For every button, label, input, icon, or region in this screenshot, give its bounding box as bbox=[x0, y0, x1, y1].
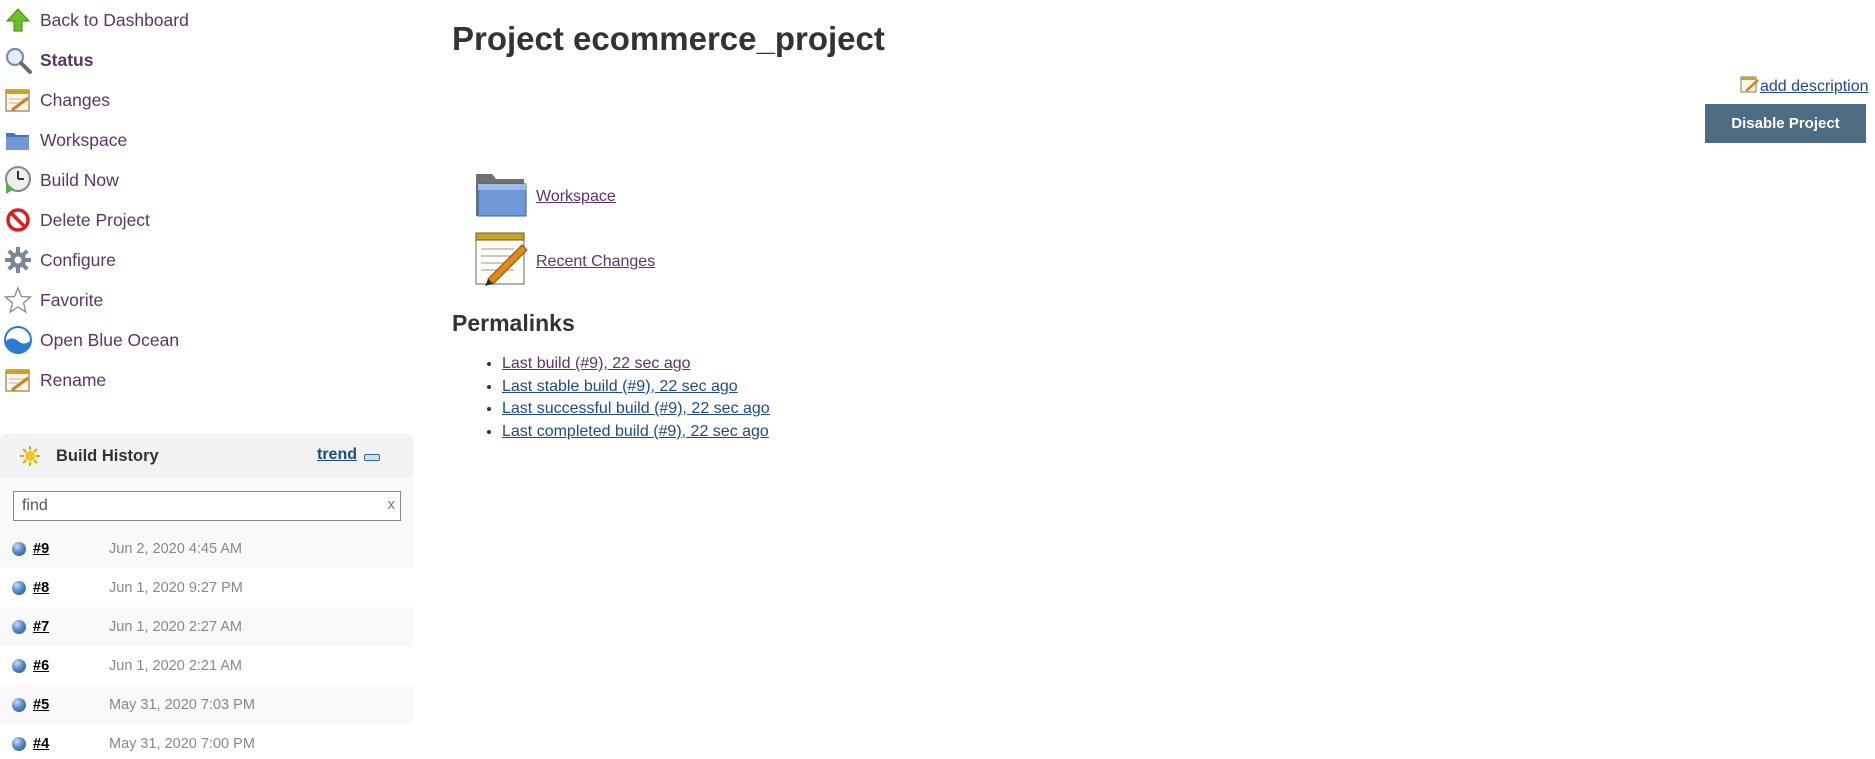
build-date: Jun 1, 2020 9:27 PM bbox=[109, 579, 243, 596]
workspace-link-row: Workspace bbox=[474, 170, 616, 223]
find-box: x bbox=[13, 491, 401, 521]
clock-icon bbox=[2, 164, 34, 196]
build-date: Jun 1, 2020 2:21 AM bbox=[109, 657, 243, 674]
build-history-header: Build History trend bbox=[0, 434, 413, 478]
build-number-link[interactable]: #4 bbox=[33, 736, 49, 752]
task-label: Open Blue Ocean bbox=[40, 330, 180, 350]
no-entry-icon bbox=[2, 204, 34, 236]
gear-icon bbox=[2, 244, 34, 276]
build-date: May 31, 2020 7:03 PM bbox=[109, 696, 255, 713]
collapse-icon[interactable] bbox=[364, 454, 380, 461]
build-row: #7 Jun 1, 2020 2:27 AM bbox=[0, 607, 413, 646]
task-label: Delete Project bbox=[40, 210, 150, 230]
build-number-link[interactable]: #5 bbox=[33, 697, 49, 713]
permalink-last-successful-build[interactable]: Last successful build (#9), 22 sec ago bbox=[502, 400, 770, 417]
build-row: #5 May 31, 2020 7:03 PM bbox=[0, 685, 413, 724]
task-changes[interactable]: Changes bbox=[0, 80, 414, 120]
task-label: Favorite bbox=[40, 290, 104, 310]
task-open-blue-ocean[interactable]: Open Blue Ocean bbox=[0, 320, 414, 360]
sidebar-tasks: Back to Dashboard Status Changes Workspa… bbox=[0, 0, 414, 400]
status-ball-icon bbox=[12, 736, 26, 751]
permalink-last-build[interactable]: Last build (#9), 22 sec ago bbox=[502, 355, 691, 372]
recent-changes-link[interactable]: Recent Changes bbox=[536, 253, 655, 271]
build-number-link[interactable]: #9 bbox=[33, 541, 49, 557]
permalinks-list: Last build (#9), 22 sec ago Last stable … bbox=[452, 353, 770, 443]
add-description[interactable]: add description bbox=[1740, 74, 1869, 99]
folder-icon bbox=[2, 124, 34, 156]
blue-ocean-icon bbox=[2, 324, 34, 356]
status-ball-icon bbox=[12, 541, 26, 556]
task-workspace[interactable]: Workspace bbox=[0, 120, 414, 160]
add-description-link[interactable]: add description bbox=[1760, 78, 1869, 96]
status-ball-icon bbox=[12, 658, 26, 673]
notepad-icon bbox=[2, 364, 34, 396]
notepad-icon bbox=[2, 84, 34, 116]
task-configure[interactable]: Configure bbox=[0, 240, 414, 280]
permalinks-heading: Permalinks bbox=[452, 310, 575, 336]
status-ball-icon bbox=[12, 580, 26, 595]
task-back-to-dashboard[interactable]: Back to Dashboard bbox=[0, 0, 414, 40]
permalink-last-stable-build[interactable]: Last stable build (#9), 22 sec ago bbox=[502, 378, 738, 395]
build-number-link[interactable]: #8 bbox=[33, 580, 49, 596]
permalink-last-completed-build[interactable]: Last completed build (#9), 22 sec ago bbox=[502, 423, 769, 440]
list-item: Last completed build (#9), 22 sec ago bbox=[502, 421, 770, 444]
task-favorite[interactable]: Favorite bbox=[0, 280, 414, 320]
list-item: Last successful build (#9), 22 sec ago bbox=[502, 398, 770, 421]
star-icon bbox=[2, 284, 34, 316]
task-label: Build Now bbox=[40, 170, 119, 190]
trend-link[interactable]: trend bbox=[317, 446, 357, 464]
disable-project-button[interactable]: Disable Project bbox=[1705, 104, 1866, 143]
build-row: #6 Jun 1, 2020 2:21 AM bbox=[0, 646, 413, 685]
find-input[interactable] bbox=[13, 491, 401, 521]
magnifier-icon bbox=[2, 44, 34, 76]
list-item: Last build (#9), 22 sec ago bbox=[502, 353, 770, 376]
task-label: Changes bbox=[40, 90, 111, 110]
task-label: Status bbox=[40, 50, 94, 70]
recent-changes-link-row: Recent Changes bbox=[474, 231, 655, 292]
build-date: Jun 2, 2020 4:45 AM bbox=[109, 540, 243, 557]
sun-icon bbox=[19, 445, 41, 467]
notepad-icon bbox=[1740, 74, 1760, 99]
build-date: Jun 1, 2020 2:27 AM bbox=[109, 618, 243, 635]
task-build-now[interactable]: Build Now bbox=[0, 160, 414, 200]
folder-icon bbox=[474, 170, 528, 223]
task-status[interactable]: Status bbox=[0, 40, 414, 80]
build-number-link[interactable]: #7 bbox=[33, 619, 49, 635]
workspace-link[interactable]: Workspace bbox=[536, 188, 616, 206]
build-row: #8 Jun 1, 2020 9:27 PM bbox=[0, 568, 413, 607]
task-delete-project[interactable]: Delete Project bbox=[0, 200, 414, 240]
task-rename[interactable]: Rename bbox=[0, 360, 414, 400]
up-arrow-icon bbox=[2, 4, 34, 36]
build-history-title: Build History bbox=[56, 446, 159, 465]
task-label: Back to Dashboard bbox=[40, 10, 189, 30]
clear-find-button[interactable]: x bbox=[388, 496, 396, 513]
build-number-link[interactable]: #6 bbox=[33, 658, 49, 674]
task-label: Rename bbox=[40, 370, 107, 390]
task-label: Workspace bbox=[40, 130, 128, 150]
status-ball-icon bbox=[12, 619, 26, 634]
build-history-panel: Build History trend x #9 Jun 2, 2020 4:4… bbox=[0, 434, 413, 759]
build-date: May 31, 2020 7:00 PM bbox=[109, 735, 255, 752]
page-title: Project ecommerce_project bbox=[452, 20, 885, 57]
list-item: Last stable build (#9), 22 sec ago bbox=[502, 376, 770, 399]
notepad-icon bbox=[474, 231, 528, 292]
task-label: Configure bbox=[40, 250, 116, 270]
build-row: #9 Jun 2, 2020 4:45 AM bbox=[0, 529, 413, 568]
status-ball-icon bbox=[12, 697, 26, 712]
